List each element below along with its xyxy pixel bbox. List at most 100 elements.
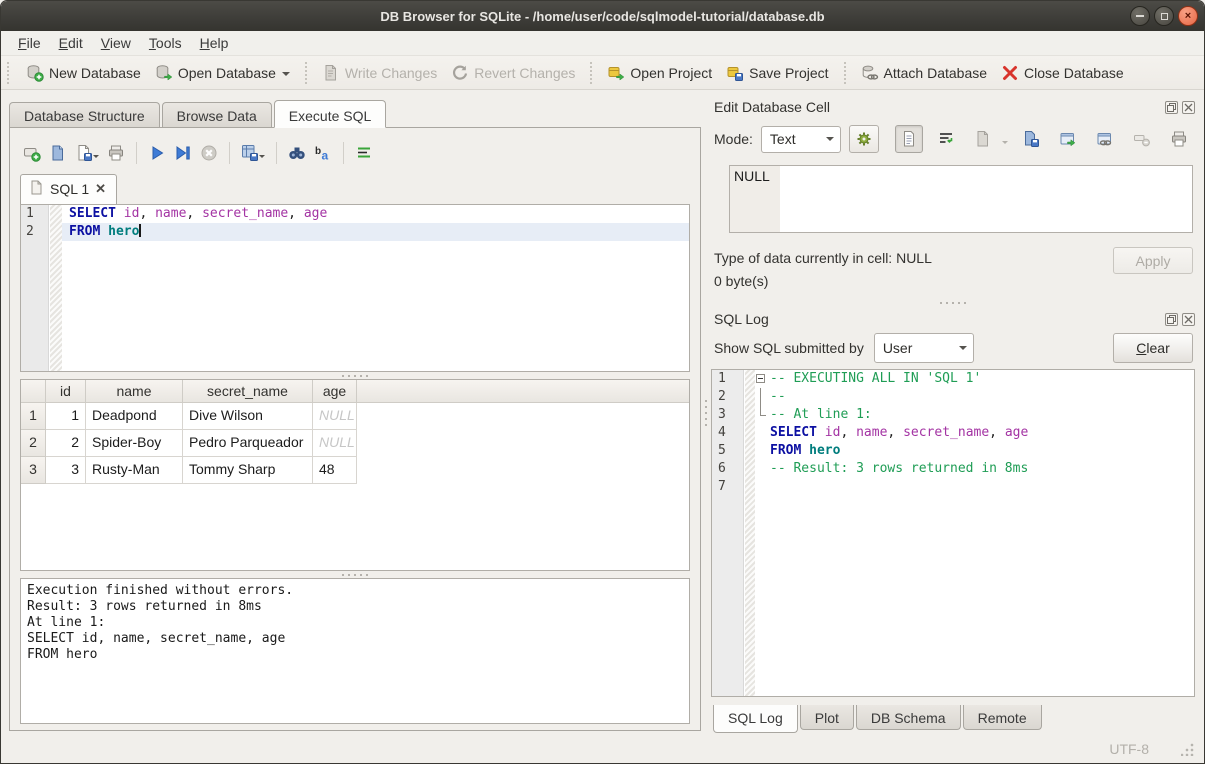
close-dock-icon[interactable] <box>1182 101 1195 114</box>
table-cell[interactable]: NULL <box>313 403 357 430</box>
save-project-button[interactable]: Save Project <box>719 60 835 86</box>
tab-close-icon[interactable]: ✕ <box>95 181 106 197</box>
panel-splitter[interactable] <box>701 90 711 735</box>
sql-editor[interactable]: 1SELECT id, name, secret_name, age2FROM … <box>20 204 690 372</box>
project-save-icon <box>726 64 744 82</box>
clear-button[interactable]: Clear <box>1113 333 1193 363</box>
editor-line[interactable]: 2FROM hero <box>21 223 689 241</box>
fold-minus-icon[interactable] <box>756 374 765 383</box>
chevron-down-icon <box>1002 141 1008 147</box>
menu-item-tools[interactable]: Tools <box>140 32 191 54</box>
tab-database-structure[interactable]: Database Structure <box>9 102 160 127</box>
export-data-icon[interactable] <box>1017 125 1045 153</box>
tab-browse-data[interactable]: Browse Data <box>162 102 272 127</box>
dock-tab-bar: SQL LogPlotDB SchemaRemote <box>711 705 1195 735</box>
sql-log-view[interactable]: 1-- EXECUTING ALL IN 'SQL 1'2--3-- At li… <box>711 369 1195 697</box>
maximize-icon[interactable] <box>1154 6 1174 26</box>
open-database-button[interactable]: Open Database <box>148 60 297 86</box>
column-header-secret_name[interactable]: secret_name <box>183 380 313 403</box>
column-header-id[interactable]: id <box>46 380 86 403</box>
dock-tab-plot[interactable]: Plot <box>800 705 854 730</box>
new-database-button[interactable]: New Database <box>19 60 148 86</box>
filter-value: User <box>883 340 913 356</box>
editor-line[interactable]: 1SELECT id, name, secret_name, age <box>21 205 689 223</box>
chevron-down-icon[interactable] <box>93 155 99 161</box>
editor-results-splitter[interactable] <box>20 372 690 379</box>
find-icon[interactable] <box>285 141 309 165</box>
column-header-name[interactable]: name <box>86 380 183 403</box>
column-header-age[interactable]: age <box>313 380 357 403</box>
dock-tab-remote[interactable]: Remote <box>963 705 1042 730</box>
execute-all-icon[interactable] <box>145 141 169 165</box>
new-sql-tab-icon[interactable] <box>20 141 44 165</box>
table-row[interactable]: 22Spider-BoyPedro ParqueadorNULL <box>21 430 689 457</box>
sql-editor-tab[interactable]: SQL 1 ✕ <box>20 174 117 204</box>
table-row[interactable]: 33Rusty-ManTommy Sharp48 <box>21 457 689 484</box>
auto-apply-button[interactable] <box>849 125 879 153</box>
open-project-button[interactable]: Open Project <box>600 60 719 86</box>
copy-link-icon[interactable] <box>1091 125 1119 153</box>
table-cell[interactable]: 1 <box>46 403 86 430</box>
row-header[interactable]: 1 <box>21 403 46 430</box>
dock-splitter[interactable] <box>711 299 1195 307</box>
print-cell-icon[interactable] <box>1165 125 1193 153</box>
table-cell[interactable]: Tommy Sharp <box>183 457 313 484</box>
table-cell[interactable]: Deadpond <box>86 403 183 430</box>
log-line: 6-- Result: 3 rows returned in 8ms <box>712 460 1194 478</box>
chevron-down-icon[interactable] <box>259 155 265 161</box>
close-dock-icon[interactable] <box>1182 313 1195 326</box>
cell-value-editor[interactable]: NULL <box>729 165 1193 233</box>
menu-item-file[interactable]: File <box>9 32 50 54</box>
fold-collapse-icon[interactable] <box>755 370 770 388</box>
float-dock-icon[interactable] <box>1165 101 1178 114</box>
format-sql-icon[interactable] <box>352 141 376 165</box>
close-database-button[interactable]: Close Database <box>994 60 1131 86</box>
dock-tab-db-schema[interactable]: DB Schema <box>856 705 961 730</box>
float-dock-icon[interactable] <box>1165 313 1178 326</box>
table-cell[interactable]: 3 <box>46 457 86 484</box>
toolbar-handle[interactable] <box>7 62 13 84</box>
apply-button[interactable]: Apply <box>1113 247 1193 274</box>
table-cell[interactable]: 48 <box>313 457 357 484</box>
toolbar-button-label: Close Database <box>1024 65 1124 81</box>
results-table[interactable]: idnamesecret_nameage11DeadpondDive Wilso… <box>20 379 690 571</box>
minimize-icon[interactable] <box>1130 6 1150 26</box>
toolbar-separator <box>305 62 307 84</box>
open-sql-file-icon[interactable] <box>46 141 70 165</box>
syntax-highlight-icon[interactable]: ba <box>311 141 335 165</box>
word-wrap-icon[interactable] <box>932 125 960 153</box>
mode-select[interactable]: Text <box>761 126 841 153</box>
table-cell[interactable]: Rusty-Man <box>86 457 183 484</box>
menu-item-edit[interactable]: Edit <box>50 32 92 54</box>
titlebar[interactable]: DB Browser for SQLite - /home/user/code/… <box>1 1 1204 31</box>
print-sql-icon[interactable] <box>104 141 128 165</box>
tab-execute-sql[interactable]: Execute SQL <box>274 100 387 128</box>
menu-item-view[interactable]: View <box>92 32 140 54</box>
log-filter-select[interactable]: User <box>874 333 974 363</box>
results-message-splitter[interactable] <box>20 571 690 578</box>
text-document-icon[interactable] <box>895 125 923 153</box>
attach-database-button[interactable]: Attach Database <box>854 60 995 86</box>
open-external-icon[interactable] <box>1054 125 1082 153</box>
row-header[interactable]: 2 <box>21 430 46 457</box>
table-cell[interactable]: Dive Wilson <box>183 403 313 430</box>
table-cell[interactable]: NULL <box>313 430 357 457</box>
table-row[interactable]: 11DeadpondDive WilsonNULL <box>21 403 689 430</box>
table-cell[interactable]: 2 <box>46 430 86 457</box>
menu-item-help[interactable]: Help <box>191 32 238 54</box>
toolbar-separator <box>276 142 277 164</box>
resize-grip[interactable] <box>1181 743 1194 756</box>
row-header[interactable]: 3 <box>21 457 46 484</box>
save-sql-file-icon[interactable] <box>72 141 102 165</box>
execute-current-line-icon[interactable] <box>171 141 195 165</box>
table-cell[interactable]: Spider-Boy <box>86 430 183 457</box>
line-number: 4 <box>712 424 745 442</box>
chevron-down-icon[interactable] <box>282 72 290 80</box>
dock-tab-sql-log[interactable]: SQL Log <box>713 705 798 733</box>
table-cell[interactable]: Pedro Parqueador <box>183 430 313 457</box>
close-window-icon[interactable]: × <box>1178 6 1198 26</box>
set-null-icon <box>1128 125 1156 153</box>
export-results-icon[interactable] <box>238 141 268 165</box>
line-number: 1 <box>21 205 50 223</box>
main-tab-bar: Database StructureBrowse DataExecute SQL <box>9 98 701 127</box>
